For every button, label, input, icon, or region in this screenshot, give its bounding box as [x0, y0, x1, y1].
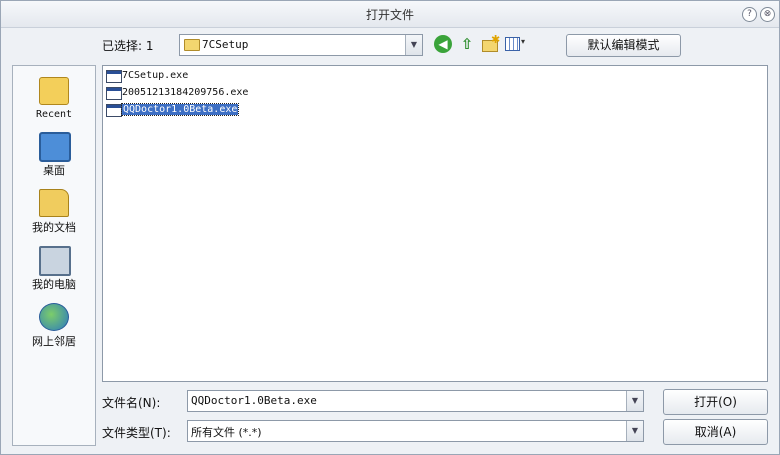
chevron-down-icon[interactable]: ▼: [405, 35, 422, 55]
place-desktop[interactable]: 桌面: [13, 130, 95, 178]
open-file-dialog: 打开文件 ? ⊗ 已选择: 1 7CSetup ▼ ◀ ⇧ ✱ ▾ 默认编辑模式…: [0, 0, 780, 455]
up-folder-icon[interactable]: ⇧: [458, 35, 476, 53]
places-bar: Recent 桌面 我的文档 我的电脑 网上邻居: [12, 65, 96, 446]
file-name: 20051213184209756.exe: [122, 87, 249, 98]
desktop-icon: [39, 132, 71, 162]
place-my-computer[interactable]: 我的电脑: [13, 244, 95, 292]
file-name: 7CSetup.exe: [122, 70, 189, 81]
chevron-down-icon[interactable]: ▼: [626, 421, 643, 441]
my-documents-icon: [39, 189, 69, 217]
list-item[interactable]: 20051213184209756.exe: [106, 86, 306, 101]
place-label: 桌面: [43, 164, 65, 177]
list-item-selected[interactable]: QQDoctor1.0Beta.exe: [106, 103, 306, 118]
file-type-select[interactable]: 所有文件 (*.*) ▼: [187, 420, 644, 442]
chevron-down-icon[interactable]: ▼: [626, 391, 643, 411]
dialog-title: 打开文件: [365, 8, 414, 22]
file-name: QQDoctor1.0Beta.exe: [120, 103, 240, 116]
place-recent[interactable]: Recent: [13, 74, 95, 122]
my-computer-icon: [39, 246, 71, 276]
exe-file-icon: [106, 87, 122, 100]
file-name-label: 文件名(N):: [102, 396, 161, 410]
look-in-combobox[interactable]: 7CSetup ▼: [179, 34, 423, 56]
place-label: 我的文档: [32, 221, 76, 234]
new-folder-icon[interactable]: ✱: [481, 33, 500, 53]
place-network[interactable]: 网上邻居: [13, 301, 95, 349]
file-type-value: 所有文件 (*.*): [191, 426, 262, 439]
list-item[interactable]: 7CSetup.exe: [106, 69, 306, 84]
cancel-button[interactable]: 取消(A): [663, 419, 768, 445]
look-in-value: 7CSetup: [202, 38, 249, 51]
open-button[interactable]: 打开(O): [663, 389, 768, 415]
help-icon[interactable]: ?: [742, 7, 757, 22]
network-icon: [39, 303, 69, 331]
title-bar[interactable]: 打开文件 ? ⊗: [1, 1, 779, 28]
place-label: Recent: [35, 109, 73, 120]
file-name-value: QQDoctor1.0Beta.exe: [191, 394, 317, 407]
place-label: 网上邻居: [32, 335, 76, 348]
view-menu-icon[interactable]: ▾: [505, 35, 527, 53]
selected-count-label: 已选择: 1: [102, 39, 154, 53]
place-label: 我的电脑: [32, 278, 76, 291]
file-name-field[interactable]: QQDoctor1.0Beta.exe ▼: [187, 390, 644, 412]
place-my-documents[interactable]: 我的文档: [13, 187, 95, 235]
default-edit-mode-button[interactable]: 默认编辑模式: [566, 34, 681, 57]
folder-icon: [184, 39, 200, 51]
file-type-label: 文件类型(T):: [102, 426, 171, 440]
file-list[interactable]: 7CSetup.exe 20051213184209756.exe QQDoct…: [102, 65, 768, 382]
exe-file-icon: [106, 104, 122, 117]
back-icon[interactable]: ◀: [434, 35, 452, 53]
recent-folder-icon: [39, 77, 69, 105]
close-icon[interactable]: ⊗: [760, 7, 775, 22]
exe-file-icon: [106, 70, 122, 83]
